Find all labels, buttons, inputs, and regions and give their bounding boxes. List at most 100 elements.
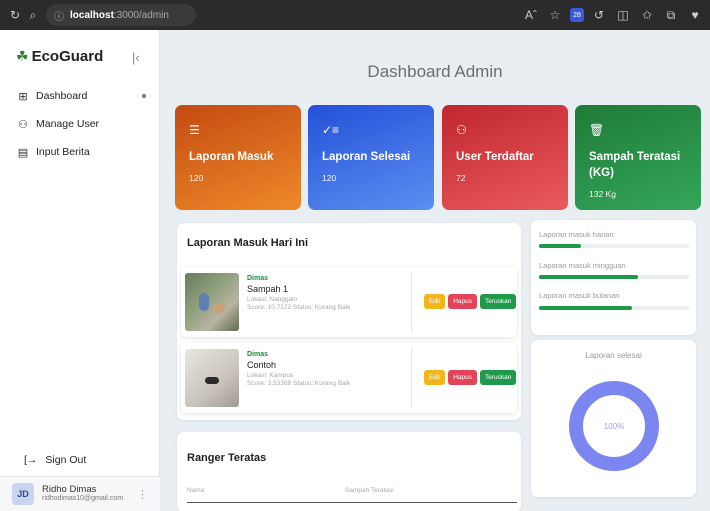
sign-out-label: Sign Out [45, 454, 87, 466]
trash-icon: 🗑 [589, 123, 605, 137]
stat-card-label: User Terdaftar [456, 151, 534, 163]
report-meta: Score: 3.53388 Status: Kurang Baik [247, 380, 351, 388]
sidebar-item-manage-user[interactable]: ⚇ Manage User [14, 110, 154, 138]
report-location: Lokasi: Nanggalo [247, 295, 298, 303]
report-photo [185, 349, 239, 407]
edit-button[interactable]: Edit [424, 294, 446, 309]
stat-card-laporan-masuk[interactable]: ☰ Laporan Masuk 120 [175, 105, 301, 210]
ranger-panel: Ranger Teratas Nama Sampah Teratasi [177, 432, 521, 511]
brand-name: EcoGuard [31, 48, 104, 65]
reports-panel-title: Laporan Masuk Hari Ini [187, 237, 309, 249]
sidebar-item-label: Manage User [36, 118, 100, 130]
list-item[interactable]: Dimas Contoh Lokasi: Kampus Score: 3.533… [181, 343, 517, 413]
report-details: Dimas Contoh Lokasi: Kampus Score: 3.533… [247, 350, 350, 389]
divider [411, 273, 412, 331]
reports-panel: Laporan Masuk Hari Ini Dimas Sampah 1 Lo… [177, 223, 521, 420]
avatar: JD [12, 483, 34, 505]
heart-icon[interactable]: ♥ [686, 8, 704, 22]
report-location: Lokasi: Kampus [247, 371, 294, 379]
progress-panel: Laporan masuk harian Laporan masuk mingg… [531, 220, 696, 335]
ranger-panel-title: Ranger Teratas [187, 452, 267, 464]
report-user: Dimas [247, 351, 269, 358]
report-user: Dimas [247, 275, 269, 282]
address-bar[interactable]: ⓘ localhost:3000/admin [46, 4, 196, 26]
user-group-icon: ⚇ [456, 123, 467, 137]
reload-icon[interactable]: ↻ [6, 8, 24, 22]
sidebar-item-input-berita[interactable]: ▤ Input Berita [14, 138, 154, 166]
report-title: Contoh [247, 360, 277, 371]
stat-card-label: Laporan Masuk [189, 151, 274, 163]
read-aloud-icon[interactable]: Aˆ [522, 8, 540, 22]
stat-card-user-terdaftar[interactable]: ⚇ User Terdaftar 72 [442, 105, 568, 210]
report-actions: Edit Hapus Teruskan [424, 370, 517, 385]
active-indicator [142, 94, 146, 98]
report-meta: Score: 10.7172 Status: Kurang Baik [247, 304, 351, 312]
user-info: Ridho Dimas ridhodimas10@gmail.com [42, 483, 124, 503]
main-content: Dashboard Admin ☰ Laporan Masuk 120 ✓≡ L… [160, 30, 710, 511]
grid-icon: ⊞ [18, 90, 28, 103]
news-icon: ▤ [17, 146, 29, 159]
column-header-name: Nama [187, 487, 205, 494]
collections-icon[interactable]: ⧉ [662, 8, 680, 23]
more-options-icon[interactable]: ⋮ [137, 488, 148, 501]
delete-button[interactable]: Hapus [448, 370, 477, 385]
sidebar-item-dashboard[interactable]: ⊞ Dashboard [14, 82, 154, 110]
users-icon: ⚇ [18, 118, 28, 131]
checklist-icon: ✓≡ [322, 123, 340, 137]
stat-card-laporan-selesai[interactable]: ✓≡ Laporan Selesai 120 [308, 105, 434, 210]
favorite-star-icon[interactable]: ☆ [546, 8, 564, 22]
url-host: localhost [70, 9, 114, 21]
list-item[interactable]: Dimas Sampah 1 Lokasi: Nanggalo Score: 1… [181, 267, 517, 337]
column-header-trash: Sampah Teratasi [345, 487, 394, 494]
progress-label-daily: Laporan masuk harian [539, 230, 614, 239]
divider [187, 502, 517, 503]
stat-card-value: 120 [189, 173, 204, 184]
sign-out-icon: [→ [24, 454, 38, 466]
sidebar: ☘ EcoGuard |‹ ⊞ Dashboard ⚇ Manage User … [0, 30, 160, 511]
user-email: ridhodimas10@gmail.com [42, 495, 124, 503]
edit-button[interactable]: Edit [424, 370, 446, 385]
page-title: Dashboard Admin [367, 62, 503, 81]
donut-title: Laporan selesai [585, 351, 642, 360]
stat-card-label: Laporan Selesai [322, 151, 411, 163]
stat-card-value: 120 [322, 173, 337, 184]
collapse-sidebar-icon[interactable]: |‹ [132, 50, 140, 65]
url-path: :3000/admin [113, 9, 169, 21]
donut-chart: 100% [569, 381, 659, 471]
browser-toolbar: ↻ ⌕ ⓘ localhost:3000/admin Aˆ ☆ 28 ↺ ◫ ✩… [0, 0, 710, 30]
extension-badge[interactable]: 28 [570, 8, 584, 22]
info-icon: ⓘ [54, 11, 64, 23]
user-profile[interactable]: JD Ridho Dimas ridhodimas10@gmail.com ⋮ [0, 476, 160, 511]
progress-bar-daily [539, 244, 689, 248]
forward-button[interactable]: Teruskan [480, 370, 517, 385]
progress-label-monthly: Laporan masuk bulanan [539, 291, 620, 300]
sidebar-nav: ⊞ Dashboard ⚇ Manage User ▤ Input Berita [14, 82, 154, 166]
favorites-icon[interactable]: ✩ [638, 8, 656, 22]
sidebar-item-label: Dashboard [36, 90, 88, 102]
report-details: Dimas Sampah 1 Lokasi: Nanggalo Score: 1… [247, 274, 350, 313]
stat-card-sampah-teratasi[interactable]: 🗑 Sampah Teratasi (KG) 132 Kg [575, 105, 701, 210]
list-icon: ☰ [189, 123, 200, 137]
sidebar-item-label: Input Berita [36, 146, 90, 158]
leaf-icon: ☘ [16, 48, 29, 64]
browser-actions: Aˆ ☆ 28 ↺ ◫ ✩ ⧉ ♥ [522, 8, 704, 23]
report-title: Sampah 1 [247, 284, 289, 295]
extension-icon[interactable]: ↺ [590, 8, 608, 22]
user-name: Ridho Dimas [42, 483, 97, 495]
donut-panel: Laporan selesai 100% [531, 340, 696, 497]
donut-value-label: 100% [604, 422, 624, 431]
stat-card-label: Sampah Teratasi (KG) [589, 151, 681, 180]
delete-button[interactable]: Hapus [448, 294, 477, 309]
brand-logo[interactable]: ☘ EcoGuard [16, 48, 103, 65]
forward-button[interactable]: Teruskan [480, 294, 517, 309]
progress-label-weekly: Laporan masuk mingguan [539, 261, 626, 270]
progress-bar-monthly [539, 306, 689, 310]
stat-card-value: 132 Kg [589, 189, 616, 200]
sign-out-button[interactable]: [→ Sign Out [24, 454, 86, 466]
report-photo [185, 273, 239, 331]
divider [411, 349, 412, 407]
split-screen-icon[interactable]: ◫ [614, 8, 632, 22]
search-icon[interactable]: ⌕ [24, 8, 42, 23]
progress-bar-weekly [539, 275, 689, 279]
report-actions: Edit Hapus Teruskan [424, 294, 517, 309]
